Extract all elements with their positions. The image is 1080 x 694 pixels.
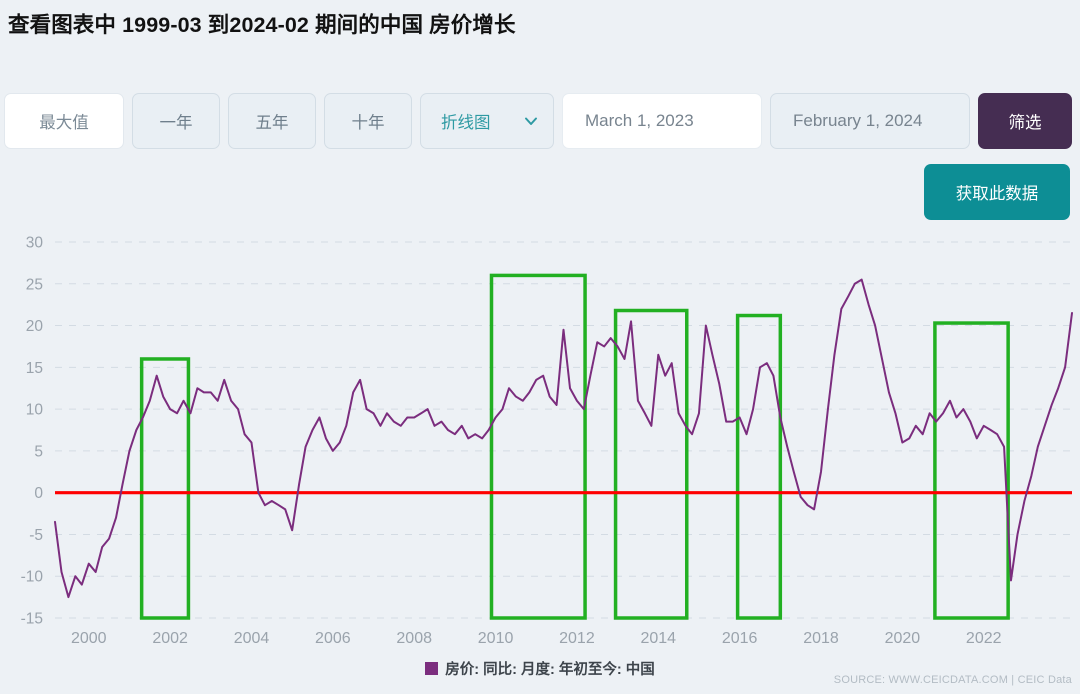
page-title-start-period: 1999-03 <box>122 13 202 37</box>
range-button-1y[interactable]: 一年 <box>132 93 220 149</box>
page-title-suffix: 期间的中国 <box>315 13 424 37</box>
range-button-max-label: 最大值 <box>39 114 89 132</box>
x-axis-tick-label: 2012 <box>559 630 595 645</box>
range-button-max[interactable]: 最大值 <box>4 93 124 149</box>
highlight-box <box>613 308 689 620</box>
x-axis-tick-label: 2004 <box>234 630 270 645</box>
y-axis-tick-label: 30 <box>26 235 44 252</box>
date-to-value: February 1, 2024 <box>793 111 923 130</box>
chart-type-label: 折线图 <box>441 114 491 132</box>
x-axis-tick-label: 2022 <box>966 630 1002 645</box>
filter-button-label: 筛选 <box>1008 114 1042 132</box>
source-attribution: SOURCE: WWW.CEICDATA.COM | CEIC Data <box>833 674 1072 686</box>
x-axis-tick-label: 2010 <box>478 630 514 645</box>
date-to-input[interactable]: February 1, 2024 <box>770 93 970 149</box>
chart-type-dropdown[interactable]: 折线图 <box>420 93 554 149</box>
page-title: 查看图表中 1999-03 到2024-02 期间的中国 房价增长 <box>8 8 516 39</box>
page-title-prefix: 查看图表中 <box>8 13 117 37</box>
y-axis-tick-label: -5 <box>29 527 43 544</box>
y-axis-tick-label: 0 <box>34 485 43 502</box>
range-button-1y-label: 一年 <box>159 114 193 132</box>
get-data-button-label: 获取此数据 <box>955 185 1039 203</box>
y-axis-tick-label: 15 <box>26 360 43 377</box>
range-button-5y[interactable]: 五年 <box>228 93 316 149</box>
y-axis-tick-label: 10 <box>26 402 44 419</box>
highlight-box <box>735 313 783 620</box>
chart-container: 30 25 20 15 10 5 0 -5 -10 -15 2000 2002 2004 2006 2008… <box>0 225 1080 645</box>
filter-button[interactable]: 筛选 <box>978 93 1072 149</box>
x-axis-tick-label: 2000 <box>71 630 107 645</box>
legend-series-label: 房价: 同比: 月度: 年初至今: 中国 <box>445 662 655 678</box>
y-axis-tick-label: -10 <box>21 569 44 586</box>
x-axis-tick-label: 2002 <box>152 630 188 645</box>
y-axis-tick-label: 25 <box>26 276 43 293</box>
range-button-5y-label: 五年 <box>255 114 289 132</box>
x-axis-tick-label: 2014 <box>640 630 676 645</box>
x-axis-tick-label: 2018 <box>803 630 839 645</box>
highlight-box <box>489 273 587 620</box>
date-from-input[interactable]: March 1, 2023 <box>562 93 762 149</box>
x-axis-tick-label: 2016 <box>722 630 758 645</box>
series-line <box>54 278 1073 599</box>
price-growth-line-chart: 30 25 20 15 10 5 0 -5 -10 -15 2000 2002 2004 2006 2008… <box>21 235 1073 645</box>
chevron-down-icon <box>523 113 539 129</box>
range-button-10y-label: 十年 <box>351 114 385 132</box>
x-axis-tick-label: 2008 <box>396 630 432 645</box>
legend-swatch-icon <box>425 662 439 675</box>
y-axis-tick-label: -15 <box>21 611 43 628</box>
range-button-10y[interactable]: 十年 <box>324 93 412 149</box>
x-axis-tick-label: 2020 <box>885 630 921 645</box>
get-data-button[interactable]: 获取此数据 <box>924 164 1070 220</box>
chart-toolbar: 最大值 一年 五年 十年 折线图 March 1, 2023 February … <box>4 93 1072 149</box>
y-axis-tick-label: 5 <box>34 443 43 460</box>
page-title-middle: 到2024-02 <box>207 13 309 37</box>
y-axis-tick-label: 20 <box>26 318 44 335</box>
page-title-metric: 房价增长 <box>429 13 516 37</box>
date-from-value: March 1, 2023 <box>585 111 694 130</box>
x-axis-tick-label: 2006 <box>315 630 351 645</box>
